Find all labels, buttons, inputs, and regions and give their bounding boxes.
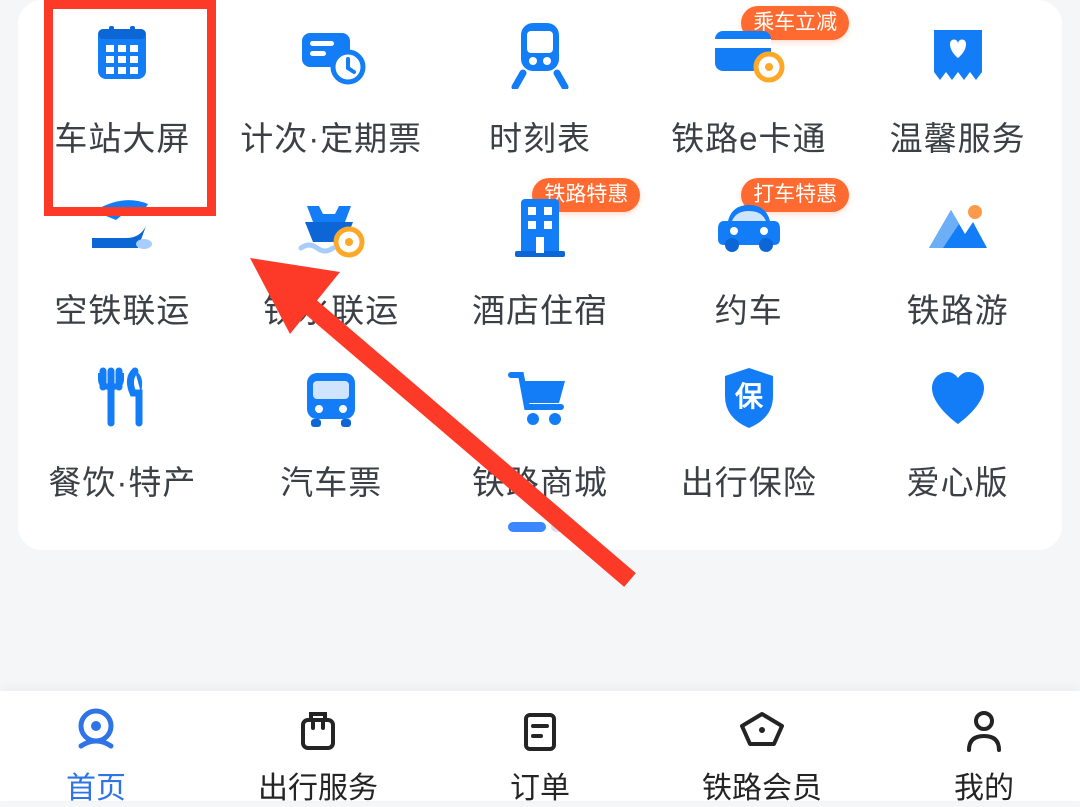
grid-item-label: 车站大屏 (54, 112, 190, 160)
nav-label: 我的 (954, 763, 1014, 807)
nav-label: 首页 (66, 763, 126, 807)
food-icon (82, 360, 162, 438)
pager-dot-active (508, 522, 546, 532)
bottom-nav: 首页 出行服务 订单 铁路会员 (0, 691, 1080, 801)
grid-item-label: 计次·定期票 (240, 112, 422, 160)
pager-dot (551, 522, 573, 532)
nav-label: 出行服务 (258, 763, 378, 807)
grid-item-label: 汽车票 (280, 456, 382, 504)
e-card-icon (709, 16, 789, 94)
grid-item-bus-ticket[interactable]: 汽车票 (227, 354, 436, 504)
grid-item-air-rail[interactable]: 空铁联运 (18, 182, 227, 332)
grid-item-station-screen[interactable]: 车站大屏 (18, 10, 227, 160)
grid-item-label: 时刻表 (489, 112, 591, 160)
grid-item-warm-service[interactable]: 温馨服务 (853, 10, 1062, 160)
grid-item-label: 空铁联运 (54, 284, 190, 332)
grid-item-label: 铁路商城 (472, 456, 608, 504)
services-grid: 车站大屏 计次·定期票 (18, 10, 1062, 504)
grid-item-hotel[interactable]: 铁路特惠 酒店住宿 (436, 182, 645, 332)
rail-water-icon (291, 188, 371, 266)
grid-item-label: 酒店住宿 (472, 284, 608, 332)
taxi-icon (709, 188, 789, 266)
travel-service-icon (290, 705, 346, 757)
nav-profile[interactable]: 我的 (954, 705, 1014, 807)
station-screen-icon (82, 16, 162, 94)
grid-item-period-ticket[interactable]: 计次·定期票 (227, 10, 436, 160)
grid-item-label: 出行保险 (681, 456, 817, 504)
nav-orders[interactable]: 订单 (510, 705, 570, 807)
grid-item-label: 餐饮·特产 (48, 456, 196, 504)
grid-item-e-card[interactable]: 乘车立减 铁路e卡通 (644, 10, 853, 160)
nav-travel-service[interactable]: 出行服务 (258, 705, 378, 807)
grid-item-label: 约车 (715, 284, 783, 332)
hotel-icon (500, 188, 580, 266)
railway-tour-icon (918, 188, 998, 266)
grid-item-rail-water[interactable]: 铁水联运 (227, 182, 436, 332)
warm-service-icon (918, 16, 998, 94)
railway-mall-icon (500, 360, 580, 438)
grid-item-label: 温馨服务 (890, 112, 1026, 160)
air-rail-icon (82, 188, 162, 266)
grid-item-label: 铁路e卡通 (671, 112, 826, 160)
timetable-icon (500, 16, 580, 94)
nav-label: 铁路会员 (702, 763, 822, 807)
insurance-icon: 保 (709, 360, 789, 438)
nav-home[interactable]: 首页 (66, 705, 126, 807)
grid-item-label: 铁水联运 (263, 284, 399, 332)
bus-ticket-icon (291, 360, 371, 438)
orders-icon (512, 705, 568, 757)
grid-item-railway-mall[interactable]: 铁路商城 (436, 354, 645, 504)
grid-item-love-version[interactable]: 爱心版 (853, 354, 1062, 504)
grid-item-taxi[interactable]: 打车特惠 约车 (644, 182, 853, 332)
grid-item-label: 爱心版 (907, 456, 1009, 504)
grid-item-label: 铁路游 (907, 284, 1009, 332)
grid-item-timetable[interactable]: 时刻表 (436, 10, 645, 160)
grid-item-food[interactable]: 餐饮·特产 (18, 354, 227, 504)
page-indicator (18, 522, 1062, 532)
nav-member[interactable]: 铁路会员 (702, 705, 822, 807)
profile-icon (956, 705, 1012, 757)
member-icon (734, 705, 790, 757)
love-version-icon (918, 360, 998, 438)
services-panel: 车站大屏 计次·定期票 (18, 0, 1062, 550)
home-icon (68, 705, 124, 757)
grid-item-railway-tour[interactable]: 铁路游 (853, 182, 1062, 332)
svg-text:保: 保 (735, 381, 764, 412)
grid-item-insurance[interactable]: 保 出行保险 (644, 354, 853, 504)
period-ticket-icon (291, 16, 371, 94)
nav-label: 订单 (510, 763, 570, 807)
